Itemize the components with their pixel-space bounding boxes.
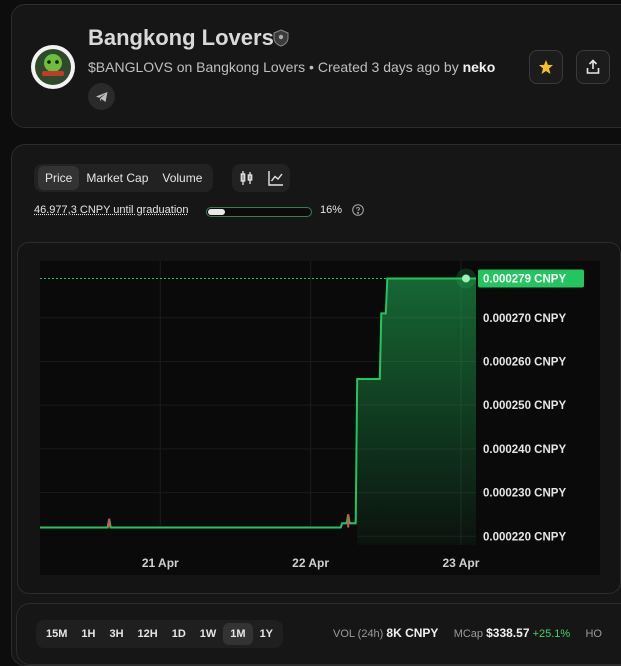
mcap-change: +25.1% <box>532 628 571 640</box>
market-stats: VOL (24h) 8K CNPY MCap $338.57 +25.1% HO <box>333 626 602 640</box>
tf-1m[interactable]: 1M <box>223 623 253 645</box>
tf-3h[interactable]: 3H <box>102 623 130 645</box>
current-price-marker <box>462 274 470 283</box>
tab-volume[interactable]: Volume <box>155 166 209 190</box>
y-tick-label: 0.000220 CNPY <box>483 531 566 543</box>
price-chart[interactable]: 21 Apr 22 Apr 23 Apr 0.000270 CNPY 0.000260 … <box>18 243 620 583</box>
graduation-text[interactable]: 46.977,3 CNPY until graduation <box>34 204 189 216</box>
token-subtitle: $BANGLOVS on Bangkong Lovers • Created 3… <box>88 59 495 75</box>
tab-market-cap[interactable]: Market Cap <box>79 166 155 190</box>
graduation-percent: 16% <box>320 204 343 216</box>
share-button[interactable] <box>576 50 610 84</box>
timeframe-card: 15M 1H 3H 12H 1D 1W 1M 1Y VOL (24h) 8K C… <box>16 603 621 665</box>
graduation-progress-fill <box>208 209 225 215</box>
x-tick-label: 21 Apr <box>142 556 179 570</box>
mcap-label: MCap <box>453 628 484 640</box>
current-price-label: 0.000279 CNPY <box>483 273 566 285</box>
price-chart-panel: 21 Apr 22 Apr 23 Apr 0.000270 CNPY 0.000260 … <box>17 242 621 594</box>
token-header-card: Bangkong Lovers $BANGLOVS on Bangkong Lo… <box>11 4 621 128</box>
x-tick-label: 22 Apr <box>292 556 329 570</box>
star-icon <box>539 60 553 74</box>
chart-type-toggle <box>232 164 290 192</box>
tf-12h[interactable]: 12H <box>131 623 165 645</box>
tf-1h[interactable]: 1H <box>74 623 102 645</box>
share-icon <box>586 59 600 74</box>
y-tick-label: 0.000240 CNPY <box>483 444 566 456</box>
telegram-icon <box>95 91 107 102</box>
question-circle-icon[interactable] <box>352 204 364 216</box>
y-tick-label: 0.000230 CNPY <box>483 488 566 500</box>
token-logo <box>31 45 75 89</box>
chart-card: Price Market Cap Volume 46.977,3 CNPY un… <box>11 144 621 666</box>
vol-label: VOL (24h) <box>333 628 384 640</box>
tf-15m[interactable]: 15M <box>39 623 74 645</box>
tf-1w[interactable]: 1W <box>193 623 224 645</box>
shield-badge-icon <box>273 29 289 47</box>
graduation-progress-bar <box>206 207 312 217</box>
vol-value: 8K CNPY <box>386 626 439 640</box>
y-tick-label: 0.000250 CNPY <box>483 400 566 412</box>
created-text: Created 3 days ago by <box>317 59 459 75</box>
timeframe-tabs: 15M 1H 3H 12H 1D 1W 1M 1Y <box>36 620 284 648</box>
tf-1y[interactable]: 1Y <box>253 623 280 645</box>
mcap-value: $338.57 <box>486 626 530 640</box>
line-chart-icon[interactable] <box>267 170 284 186</box>
tab-price[interactable]: Price <box>38 166 80 190</box>
stats-trailing: HO <box>585 628 602 640</box>
favorite-button[interactable] <box>529 50 563 84</box>
ticker-line: $BANGLOVS on Bangkong Lovers <box>88 59 306 75</box>
token-name: Bangkong Lovers <box>88 25 274 50</box>
metric-tabs: Price Market Cap Volume <box>34 164 214 192</box>
telegram-button[interactable] <box>88 83 115 110</box>
tf-1d[interactable]: 1D <box>165 623 193 645</box>
y-tick-label: 0.000260 CNPY <box>483 356 566 368</box>
creator-link[interactable]: neko <box>463 59 496 75</box>
y-tick-label: 0.000270 CNPY <box>483 313 566 325</box>
candlestick-icon[interactable] <box>239 170 255 186</box>
x-tick-label: 23 Apr <box>443 556 480 570</box>
separator: • <box>309 59 314 75</box>
